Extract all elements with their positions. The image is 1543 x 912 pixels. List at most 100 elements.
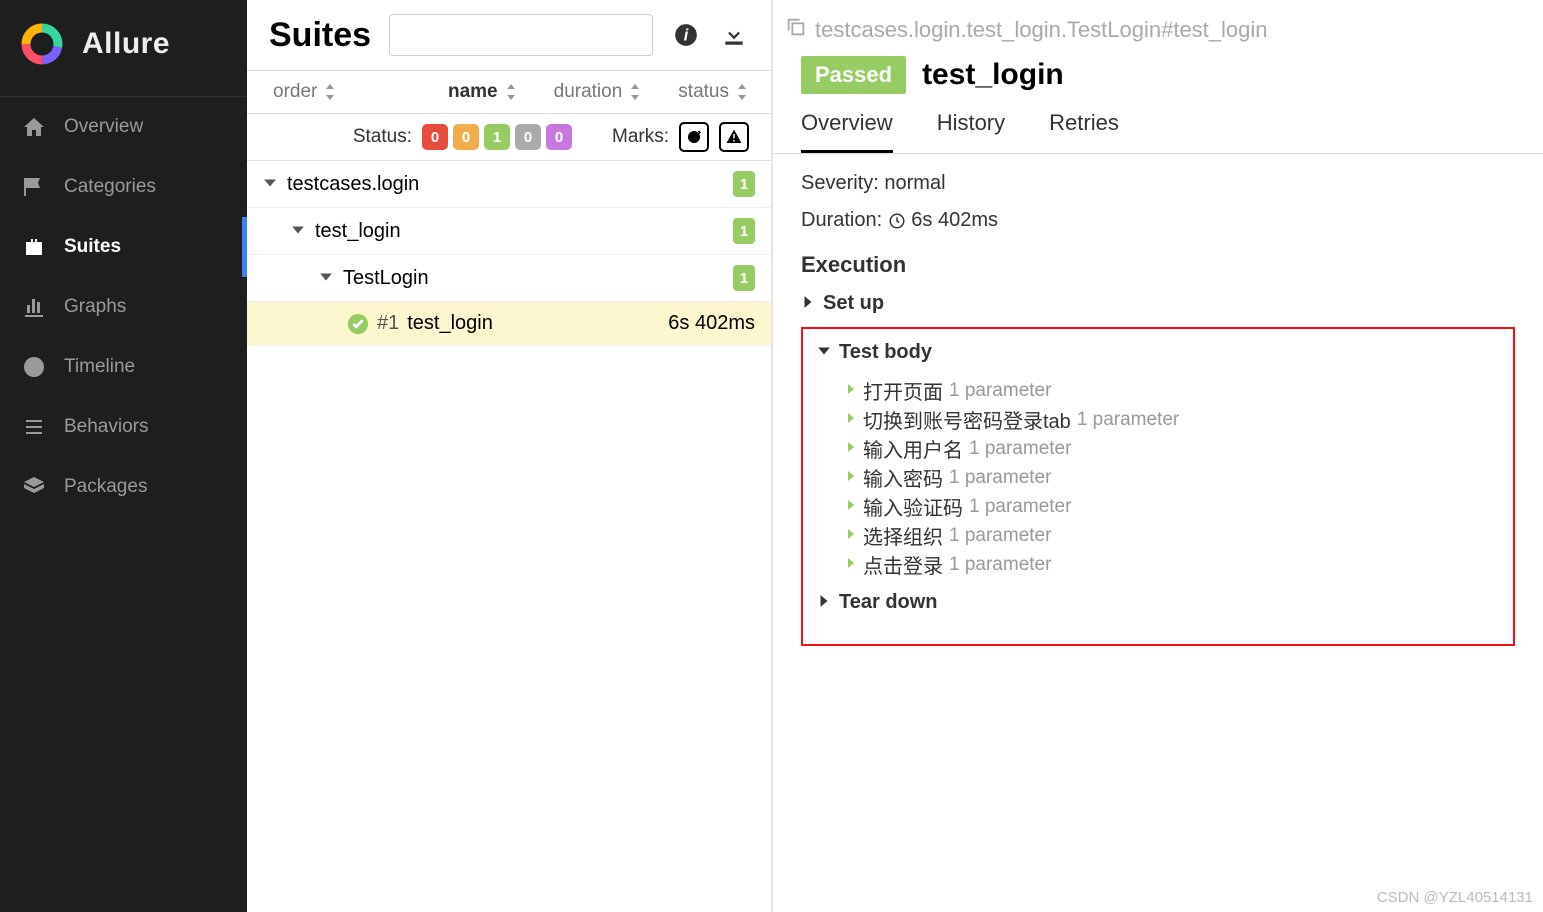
chevron-right-icon — [845, 379, 857, 402]
breadcrumb: testcases.login.test_login.TestLogin#tes… — [773, 0, 1543, 52]
step-row[interactable]: 输入密码 1 parameter — [817, 463, 1499, 492]
search-input[interactable] — [389, 14, 653, 56]
step-row[interactable]: 打开页面 1 parameter — [817, 376, 1499, 405]
chevron-right-icon — [845, 408, 857, 431]
breadcrumb-text: testcases.login.test_login.TestLogin#tes… — [815, 17, 1268, 43]
chevron-down-icon — [319, 267, 335, 290]
download-icon[interactable] — [719, 20, 749, 50]
status-chips: 0 0 1 0 0 — [422, 124, 572, 150]
copy-icon[interactable] — [785, 16, 807, 44]
step-name: 输入验证码 — [863, 492, 963, 521]
count-badge: 1 — [733, 218, 755, 244]
watermark: CSDN @YZL40514131 — [1377, 889, 1533, 906]
step-params: 1 parameter — [949, 380, 1051, 402]
duration-row: Duration: 6s 402ms — [801, 209, 1515, 232]
clock-icon — [888, 212, 906, 230]
chevron-down-icon — [291, 220, 307, 243]
sidebar-item-label: Suites — [64, 236, 121, 258]
tree-label: TestLogin — [343, 267, 429, 290]
suites-header: Suites i — [247, 0, 771, 71]
test-title: test_login — [922, 58, 1064, 92]
mark-new-failed-icon[interactable] — [719, 122, 749, 152]
sidebar-item-categories[interactable]: Categories — [0, 157, 247, 217]
test-duration: 6s 402ms — [668, 312, 755, 335]
tab-overview[interactable]: Overview — [801, 110, 893, 153]
step-params: 1 parameter — [949, 467, 1051, 489]
sidebar-item-packages[interactable]: Packages — [0, 457, 247, 517]
teardown-row[interactable]: Tear down — [817, 591, 1499, 614]
home-icon — [22, 115, 46, 139]
flag-icon — [22, 175, 46, 199]
chevron-down-icon — [817, 341, 831, 364]
chip-passed[interactable]: 1 — [484, 124, 510, 150]
chip-broken[interactable]: 0 — [453, 124, 479, 150]
sidebar-item-label: Timeline — [64, 356, 135, 378]
testbody-highlight-box: Test body 打开页面 1 parameter切换到账号密码登录tab 1… — [801, 327, 1515, 646]
briefcase-icon — [22, 235, 46, 259]
test-tree: testcases.login 1 test_login 1 TestLogin… — [247, 161, 771, 346]
marks-filter-label: Marks: — [612, 126, 669, 148]
allure-logo-icon — [20, 22, 64, 66]
sidebar-item-suites[interactable]: Suites — [0, 217, 247, 277]
step-params: 1 parameter — [949, 525, 1051, 547]
count-badge: 1 — [733, 265, 755, 291]
step-row[interactable]: 输入用户名 1 parameter — [817, 434, 1499, 463]
tab-retries[interactable]: Retries — [1049, 110, 1119, 153]
step-params: 1 parameter — [1077, 409, 1179, 431]
tab-history[interactable]: History — [937, 110, 1005, 153]
col-duration[interactable]: duration — [554, 81, 643, 103]
test-detail-panel: testcases.login.test_login.TestLogin#tes… — [773, 0, 1543, 912]
col-status[interactable]: status — [678, 81, 749, 103]
testbody-row[interactable]: Test body — [817, 341, 1499, 364]
severity-row: Severity: normal — [801, 172, 1515, 195]
chevron-right-icon — [845, 495, 857, 518]
chip-failed[interactable]: 0 — [422, 124, 448, 150]
chevron-right-icon — [801, 292, 815, 315]
step-row[interactable]: 选择组织 1 parameter — [817, 521, 1499, 550]
step-row[interactable]: 输入验证码 1 parameter — [817, 492, 1499, 521]
sidebar-item-behaviors[interactable]: Behaviors — [0, 397, 247, 457]
detail-tabs: Overview History Retries — [773, 110, 1543, 154]
step-params: 1 parameter — [969, 438, 1071, 460]
filters-row: Status: 0 0 1 0 0 Marks: — [247, 114, 771, 161]
list-icon — [22, 415, 46, 439]
check-passed-icon — [347, 313, 369, 335]
step-row[interactable]: 点击登录 1 parameter — [817, 550, 1499, 579]
sidebar-item-label: Graphs — [64, 296, 126, 318]
step-name: 点击登录 — [863, 550, 943, 579]
col-order[interactable]: order — [273, 81, 337, 103]
info-icon[interactable]: i — [671, 20, 701, 50]
mark-flaky-icon[interactable] — [679, 122, 709, 152]
sidebar-item-label: Behaviors — [64, 416, 149, 438]
step-name: 输入用户名 — [863, 434, 963, 463]
clock-icon — [22, 355, 46, 379]
tree-row-module[interactable]: test_login 1 — [247, 208, 771, 255]
col-name[interactable]: name — [448, 81, 518, 103]
step-params: 1 parameter — [969, 496, 1071, 518]
step-name: 输入密码 — [863, 463, 943, 492]
step-row[interactable]: 切换到账号密码登录tab 1 parameter — [817, 405, 1499, 434]
tree-row-class[interactable]: TestLogin 1 — [247, 255, 771, 302]
svg-text:i: i — [684, 26, 689, 44]
sidebar-item-graphs[interactable]: Graphs — [0, 277, 247, 337]
sidebar-item-label: Overview — [64, 116, 143, 138]
execution-block: Set up Test body 打开页面 1 parameter切换到账号密码… — [801, 292, 1515, 646]
test-number: #1 — [377, 312, 399, 335]
sidebar-item-label: Packages — [64, 476, 147, 498]
setup-row[interactable]: Set up — [801, 292, 1515, 315]
step-name: 切换到账号密码登录tab — [863, 405, 1071, 434]
tree-row-package[interactable]: testcases.login 1 — [247, 161, 771, 208]
chip-skipped[interactable]: 0 — [515, 124, 541, 150]
chevron-right-icon — [845, 466, 857, 489]
step-name: 选择组织 — [863, 521, 943, 550]
sidebar: Allure Overview Categories Suites Graphs… — [0, 0, 247, 912]
sidebar-item-timeline[interactable]: Timeline — [0, 337, 247, 397]
bar-chart-icon — [22, 295, 46, 319]
sidebar-item-overview[interactable]: Overview — [0, 97, 247, 157]
chip-unknown[interactable]: 0 — [546, 124, 572, 150]
sidebar-header: Allure — [0, 0, 247, 97]
tree-row-test[interactable]: #1 test_login 6s 402ms — [247, 302, 771, 346]
tree-label: test_login — [407, 312, 493, 335]
chevron-right-icon — [845, 524, 857, 547]
tree-label: test_login — [315, 220, 401, 243]
